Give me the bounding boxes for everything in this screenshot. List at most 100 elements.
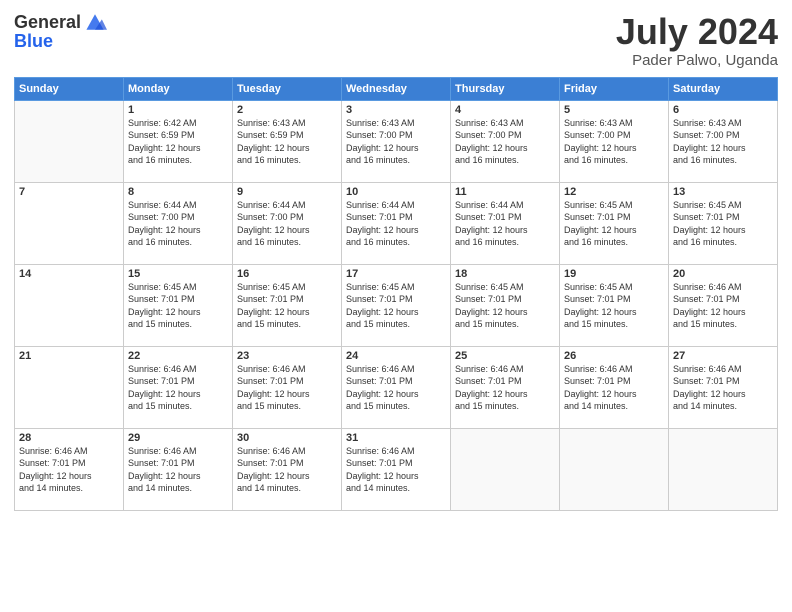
day-info: Sunrise: 6:46 AM Sunset: 7:01 PM Dayligh…	[346, 363, 446, 413]
day-info: Sunrise: 6:45 AM Sunset: 7:01 PM Dayligh…	[346, 281, 446, 331]
day-number: 26	[564, 350, 664, 362]
day-cell: 11Sunrise: 6:44 AM Sunset: 7:01 PM Dayli…	[451, 182, 560, 264]
day-info: Sunrise: 6:44 AM Sunset: 7:00 PM Dayligh…	[237, 199, 337, 249]
day-cell: 6Sunrise: 6:43 AM Sunset: 7:00 PM Daylig…	[669, 100, 778, 182]
day-cell: 8Sunrise: 6:44 AM Sunset: 7:00 PM Daylig…	[124, 182, 233, 264]
day-info: Sunrise: 6:46 AM Sunset: 7:01 PM Dayligh…	[346, 445, 446, 495]
day-info: Sunrise: 6:44 AM Sunset: 7:00 PM Dayligh…	[128, 199, 228, 249]
page: General Blue July 2024 Pader Palwo, Ugan…	[0, 0, 792, 612]
day-info: Sunrise: 6:43 AM Sunset: 7:00 PM Dayligh…	[564, 117, 664, 167]
day-number: 12	[564, 186, 664, 198]
day-info: Sunrise: 6:45 AM Sunset: 7:01 PM Dayligh…	[237, 281, 337, 331]
day-info: Sunrise: 6:44 AM Sunset: 7:01 PM Dayligh…	[455, 199, 555, 249]
week-row-5: 28Sunrise: 6:46 AM Sunset: 7:01 PM Dayli…	[15, 428, 778, 510]
day-number: 25	[455, 350, 555, 362]
day-cell: 12Sunrise: 6:45 AM Sunset: 7:01 PM Dayli…	[560, 182, 669, 264]
logo-blue: Blue	[14, 32, 107, 50]
day-number: 14	[19, 268, 119, 280]
day-number: 1	[128, 104, 228, 116]
calendar-title: July 2024	[616, 12, 778, 52]
day-cell: 7	[15, 182, 124, 264]
logo-general: General	[14, 13, 81, 31]
day-info: Sunrise: 6:45 AM Sunset: 7:01 PM Dayligh…	[564, 281, 664, 331]
day-cell	[669, 428, 778, 510]
day-cell: 17Sunrise: 6:45 AM Sunset: 7:01 PM Dayli…	[342, 264, 451, 346]
day-number: 19	[564, 268, 664, 280]
day-cell	[451, 428, 560, 510]
day-info: Sunrise: 6:43 AM Sunset: 7:00 PM Dayligh…	[346, 117, 446, 167]
day-number: 2	[237, 104, 337, 116]
logo-icon	[83, 12, 107, 32]
day-cell: 27Sunrise: 6:46 AM Sunset: 7:01 PM Dayli…	[669, 346, 778, 428]
day-number: 29	[128, 432, 228, 444]
day-cell: 4Sunrise: 6:43 AM Sunset: 7:00 PM Daylig…	[451, 100, 560, 182]
day-info: Sunrise: 6:46 AM Sunset: 7:01 PM Dayligh…	[673, 363, 773, 413]
day-info: Sunrise: 6:46 AM Sunset: 7:01 PM Dayligh…	[237, 445, 337, 495]
col-friday: Friday	[560, 77, 669, 100]
day-cell: 19Sunrise: 6:45 AM Sunset: 7:01 PM Dayli…	[560, 264, 669, 346]
day-number: 6	[673, 104, 773, 116]
day-cell	[15, 100, 124, 182]
day-number: 15	[128, 268, 228, 280]
day-cell: 10Sunrise: 6:44 AM Sunset: 7:01 PM Dayli…	[342, 182, 451, 264]
day-number: 13	[673, 186, 773, 198]
day-cell: 24Sunrise: 6:46 AM Sunset: 7:01 PM Dayli…	[342, 346, 451, 428]
day-cell: 18Sunrise: 6:45 AM Sunset: 7:01 PM Dayli…	[451, 264, 560, 346]
day-info: Sunrise: 6:44 AM Sunset: 7:01 PM Dayligh…	[346, 199, 446, 249]
day-info: Sunrise: 6:45 AM Sunset: 7:01 PM Dayligh…	[128, 281, 228, 331]
header-row: Sunday Monday Tuesday Wednesday Thursday…	[15, 77, 778, 100]
day-cell: 22Sunrise: 6:46 AM Sunset: 7:01 PM Dayli…	[124, 346, 233, 428]
day-number: 7	[19, 186, 119, 198]
day-info: Sunrise: 6:45 AM Sunset: 7:01 PM Dayligh…	[455, 281, 555, 331]
day-info: Sunrise: 6:43 AM Sunset: 7:00 PM Dayligh…	[673, 117, 773, 167]
day-cell: 23Sunrise: 6:46 AM Sunset: 7:01 PM Dayli…	[233, 346, 342, 428]
day-cell: 5Sunrise: 6:43 AM Sunset: 7:00 PM Daylig…	[560, 100, 669, 182]
col-monday: Monday	[124, 77, 233, 100]
day-number: 9	[237, 186, 337, 198]
col-tuesday: Tuesday	[233, 77, 342, 100]
day-cell: 1Sunrise: 6:42 AM Sunset: 6:59 PM Daylig…	[124, 100, 233, 182]
day-number: 17	[346, 268, 446, 280]
day-number: 18	[455, 268, 555, 280]
day-cell: 3Sunrise: 6:43 AM Sunset: 7:00 PM Daylig…	[342, 100, 451, 182]
day-number: 31	[346, 432, 446, 444]
day-cell: 30Sunrise: 6:46 AM Sunset: 7:01 PM Dayli…	[233, 428, 342, 510]
day-cell: 15Sunrise: 6:45 AM Sunset: 7:01 PM Dayli…	[124, 264, 233, 346]
day-cell: 21	[15, 346, 124, 428]
day-info: Sunrise: 6:43 AM Sunset: 6:59 PM Dayligh…	[237, 117, 337, 167]
day-info: Sunrise: 6:46 AM Sunset: 7:01 PM Dayligh…	[673, 281, 773, 331]
col-saturday: Saturday	[669, 77, 778, 100]
day-cell: 13Sunrise: 6:45 AM Sunset: 7:01 PM Dayli…	[669, 182, 778, 264]
day-number: 21	[19, 350, 119, 362]
week-row-1: 1Sunrise: 6:42 AM Sunset: 6:59 PM Daylig…	[15, 100, 778, 182]
day-number: 3	[346, 104, 446, 116]
week-row-3: 1415Sunrise: 6:45 AM Sunset: 7:01 PM Day…	[15, 264, 778, 346]
week-row-2: 78Sunrise: 6:44 AM Sunset: 7:00 PM Dayli…	[15, 182, 778, 264]
day-cell	[560, 428, 669, 510]
day-number: 8	[128, 186, 228, 198]
day-number: 11	[455, 186, 555, 198]
day-number: 30	[237, 432, 337, 444]
day-number: 28	[19, 432, 119, 444]
day-info: Sunrise: 6:46 AM Sunset: 7:01 PM Dayligh…	[19, 445, 119, 495]
day-number: 24	[346, 350, 446, 362]
day-info: Sunrise: 6:46 AM Sunset: 7:01 PM Dayligh…	[128, 445, 228, 495]
day-cell: 26Sunrise: 6:46 AM Sunset: 7:01 PM Dayli…	[560, 346, 669, 428]
day-cell: 31Sunrise: 6:46 AM Sunset: 7:01 PM Dayli…	[342, 428, 451, 510]
col-sunday: Sunday	[15, 77, 124, 100]
col-wednesday: Wednesday	[342, 77, 451, 100]
calendar-subtitle: Pader Palwo, Uganda	[616, 52, 778, 69]
day-number: 10	[346, 186, 446, 198]
day-cell: 29Sunrise: 6:46 AM Sunset: 7:01 PM Dayli…	[124, 428, 233, 510]
day-info: Sunrise: 6:42 AM Sunset: 6:59 PM Dayligh…	[128, 117, 228, 167]
title-block: July 2024 Pader Palwo, Uganda	[616, 12, 778, 69]
day-number: 16	[237, 268, 337, 280]
calendar-table: Sunday Monday Tuesday Wednesday Thursday…	[14, 77, 778, 511]
day-number: 5	[564, 104, 664, 116]
week-row-4: 21 22Sunrise: 6:46 AM Sunset: 7:01 PM Day…	[15, 346, 778, 428]
day-cell: 9Sunrise: 6:44 AM Sunset: 7:00 PM Daylig…	[233, 182, 342, 264]
day-number: 23	[237, 350, 337, 362]
day-info: Sunrise: 6:45 AM Sunset: 7:01 PM Dayligh…	[564, 199, 664, 249]
day-info: Sunrise: 6:45 AM Sunset: 7:01 PM Dayligh…	[673, 199, 773, 249]
day-info: Sunrise: 6:46 AM Sunset: 7:01 PM Dayligh…	[128, 363, 228, 413]
